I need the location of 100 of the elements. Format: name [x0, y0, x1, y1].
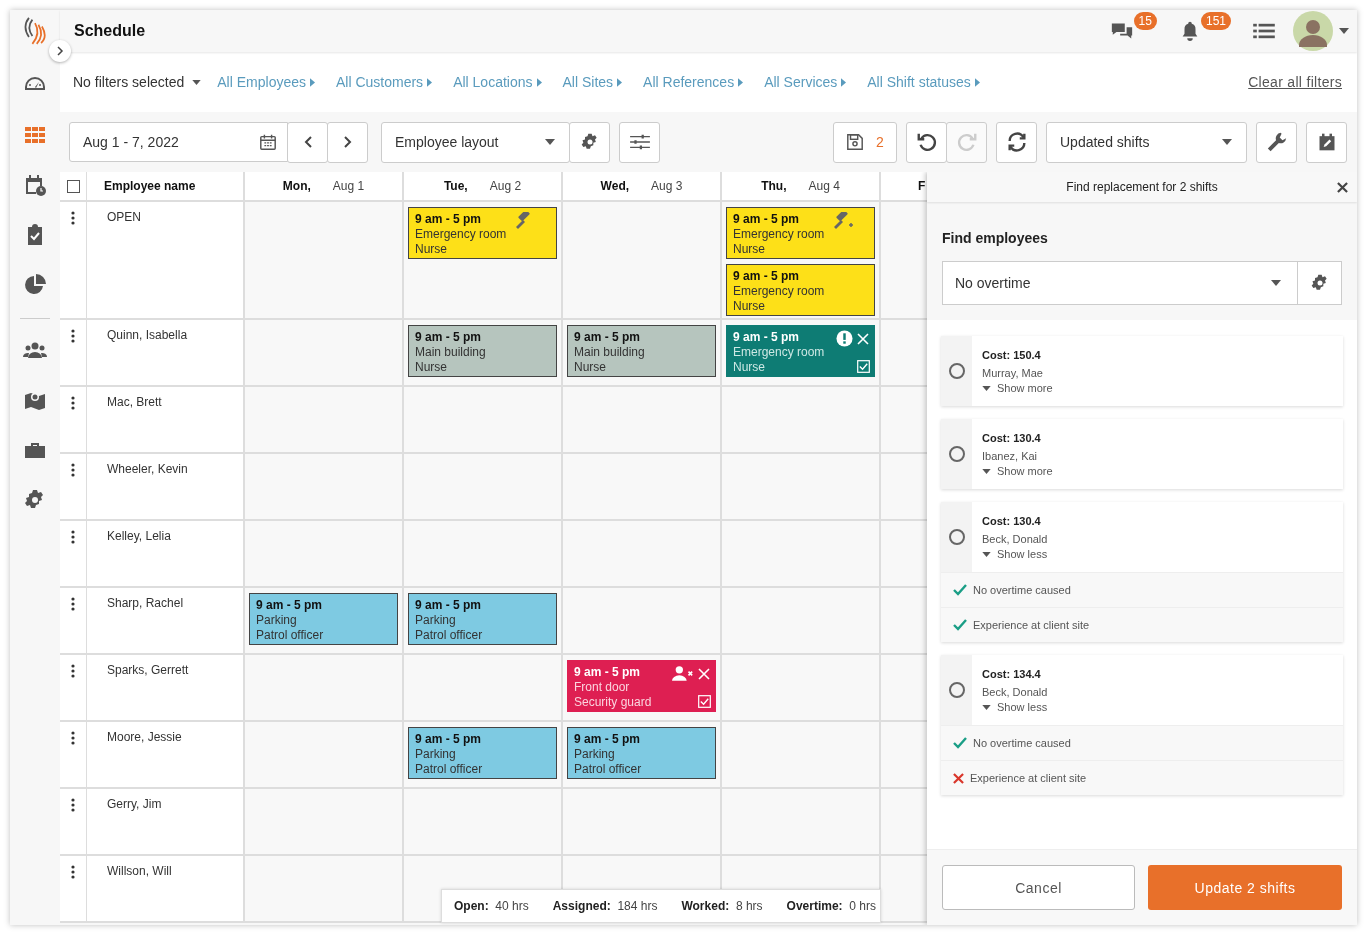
day-header: F: [918, 179, 926, 193]
shift-card[interactable]: 9 am - 5 pm Front door Security guard: [567, 660, 716, 712]
caret-right-icon: [310, 77, 315, 87]
shift-card[interactable]: 9 am - 5 pm Parking Patrol officer: [408, 727, 557, 779]
sliders-icon: [628, 133, 651, 151]
radio-button[interactable]: [948, 446, 965, 462]
shift-location: Parking: [574, 747, 615, 762]
shift-role: Nurse: [733, 242, 765, 257]
sliders-button[interactable]: [619, 121, 660, 163]
more-icon[interactable]: [71, 396, 75, 410]
summary-stat: Overtime: 0 hrs: [786, 899, 876, 913]
shift-card[interactable]: 9 am - 5 pm Parking Patrol officer: [567, 727, 716, 779]
more-icon[interactable]: [71, 211, 75, 225]
shift-role: Patrol officer: [574, 762, 642, 777]
clear-filters-link[interactable]: Clear all filters: [1248, 74, 1342, 90]
shift-location: Parking: [415, 613, 456, 628]
shift-role: Nurse: [733, 299, 765, 314]
wrench-button[interactable]: [1256, 121, 1297, 163]
details-toggle[interactable]: Show more: [982, 382, 1053, 394]
close-icon[interactable]: [1337, 182, 1348, 193]
date-range-picker[interactable]: Aug 1 - 7, 2022: [69, 122, 288, 162]
shift-card[interactable]: 9 am - 5 pm Parking Patrol officer: [249, 593, 398, 645]
undo-button[interactable]: [906, 121, 947, 163]
view-dropdown[interactable]: Updated shifts: [1046, 121, 1247, 163]
shift-card[interactable]: 9 am - 5 pm Emergency room Nurse: [726, 264, 875, 316]
shift-time: 9 am - 5 pm: [733, 330, 800, 345]
more-icon[interactable]: [71, 731, 75, 745]
caret-right-icon: [536, 77, 542, 87]
more-icon[interactable]: [71, 865, 75, 879]
refresh-button[interactable]: [996, 121, 1037, 163]
wrench-icon: [1265, 131, 1288, 153]
radio-button[interactable]: [948, 682, 965, 698]
layout-dropdown[interactable]: Employee layout: [381, 121, 570, 163]
date-header: Aug 2: [489, 179, 522, 193]
select-all-checkbox[interactable]: [66, 179, 80, 193]
filter-preset-dropdown[interactable]: No filters selected: [73, 74, 202, 90]
candidate-cost: Cost: 150.4: [982, 348, 1041, 363]
more-icon[interactable]: [71, 798, 75, 812]
criterion-text: No overtime caused: [973, 737, 1071, 749]
details-toggle[interactable]: Show less: [982, 548, 1048, 560]
cancel-button[interactable]: Cancel: [942, 865, 1135, 910]
caret-right-icon: [617, 77, 623, 87]
shift-card[interactable]: 9 am - 5 pm Main building Nurse: [567, 325, 716, 377]
shift-location: Emergency room: [415, 227, 507, 242]
more-icon[interactable]: [71, 463, 75, 477]
details-toggle[interactable]: Show less: [982, 701, 1048, 713]
shift-card[interactable]: 9 am - 5 pm Emergency room Nurse: [726, 207, 875, 259]
calendar-icon[interactable]: [259, 133, 277, 151]
caret-down-icon: [192, 79, 202, 85]
day-header: Mon,: [282, 179, 311, 193]
criterion-text: No overtime caused: [973, 584, 1071, 596]
calendar-edit-button[interactable]: [1306, 121, 1347, 163]
shift-role: Nurse: [415, 360, 447, 375]
radio-button[interactable]: [948, 529, 965, 545]
shift-location: Front door: [574, 680, 630, 695]
more-icon[interactable]: [71, 664, 75, 678]
shift-card[interactable]: 9 am - 5 pm Emergency room Nurse: [726, 325, 875, 377]
more-icon[interactable]: [71, 530, 75, 544]
panel-title: Find replacement for 2 shifts: [1066, 180, 1218, 194]
shift-location: Main building: [574, 345, 645, 360]
details-toggle[interactable]: Show more: [982, 465, 1053, 477]
shift-card[interactable]: 9 am - 5 pm Emergency room Nurse: [408, 207, 557, 259]
settings-button[interactable]: [569, 121, 610, 163]
shift-time: 9 am - 5 pm: [415, 732, 482, 747]
shift-checkbox[interactable]: [857, 360, 870, 373]
date-header: Aug 1: [332, 179, 365, 193]
shift-location: Parking: [415, 747, 456, 762]
date-header: Aug 3: [651, 179, 683, 193]
shift-card[interactable]: 9 am - 5 pm Main building Nurse: [408, 325, 557, 377]
overtime-filter-dropdown[interactable]: No overtime: [942, 261, 1298, 305]
avatar-icon[interactable]: [1293, 11, 1333, 51]
more-icon[interactable]: [71, 597, 75, 611]
candidate-name: Beck, Donald: [982, 685, 1048, 700]
caret-down-icon: [545, 139, 555, 145]
chevron-left-icon: [302, 135, 313, 149]
expand-button[interactable]: [49, 40, 71, 62]
user-remove-icon[interactable]: [672, 665, 694, 682]
radio-button[interactable]: [948, 363, 965, 379]
shift-time: 9 am - 5 pm: [415, 330, 482, 345]
shift-card[interactable]: 9 am - 5 pm Parking Patrol officer: [408, 593, 557, 645]
chevron-right-icon: [55, 46, 65, 56]
employee-name: OPEN: [107, 210, 142, 224]
shift-role: Nurse: [415, 242, 447, 257]
page-title: Schedule: [74, 22, 146, 40]
shift-checkbox[interactable]: [698, 695, 711, 708]
shift-role: Nurse: [733, 360, 765, 375]
day-header: Thu,: [761, 179, 787, 193]
floppy-icon: [846, 133, 865, 151]
settings-button[interactable]: [1298, 261, 1342, 305]
caret-down-icon: [1222, 139, 1232, 145]
redo-icon: [955, 131, 978, 153]
more-icon[interactable]: [71, 329, 75, 343]
alert-icon: [836, 330, 853, 347]
caret-right-icon: [427, 77, 433, 87]
list-icon[interactable]: [1253, 22, 1275, 40]
criterion-text: Experience at client site: [973, 619, 1090, 631]
caret-down-icon[interactable]: [1339, 28, 1349, 34]
shift-role: Security guard: [574, 695, 652, 710]
caret-down-icon: [982, 551, 991, 557]
caret-down-icon: [982, 704, 991, 710]
